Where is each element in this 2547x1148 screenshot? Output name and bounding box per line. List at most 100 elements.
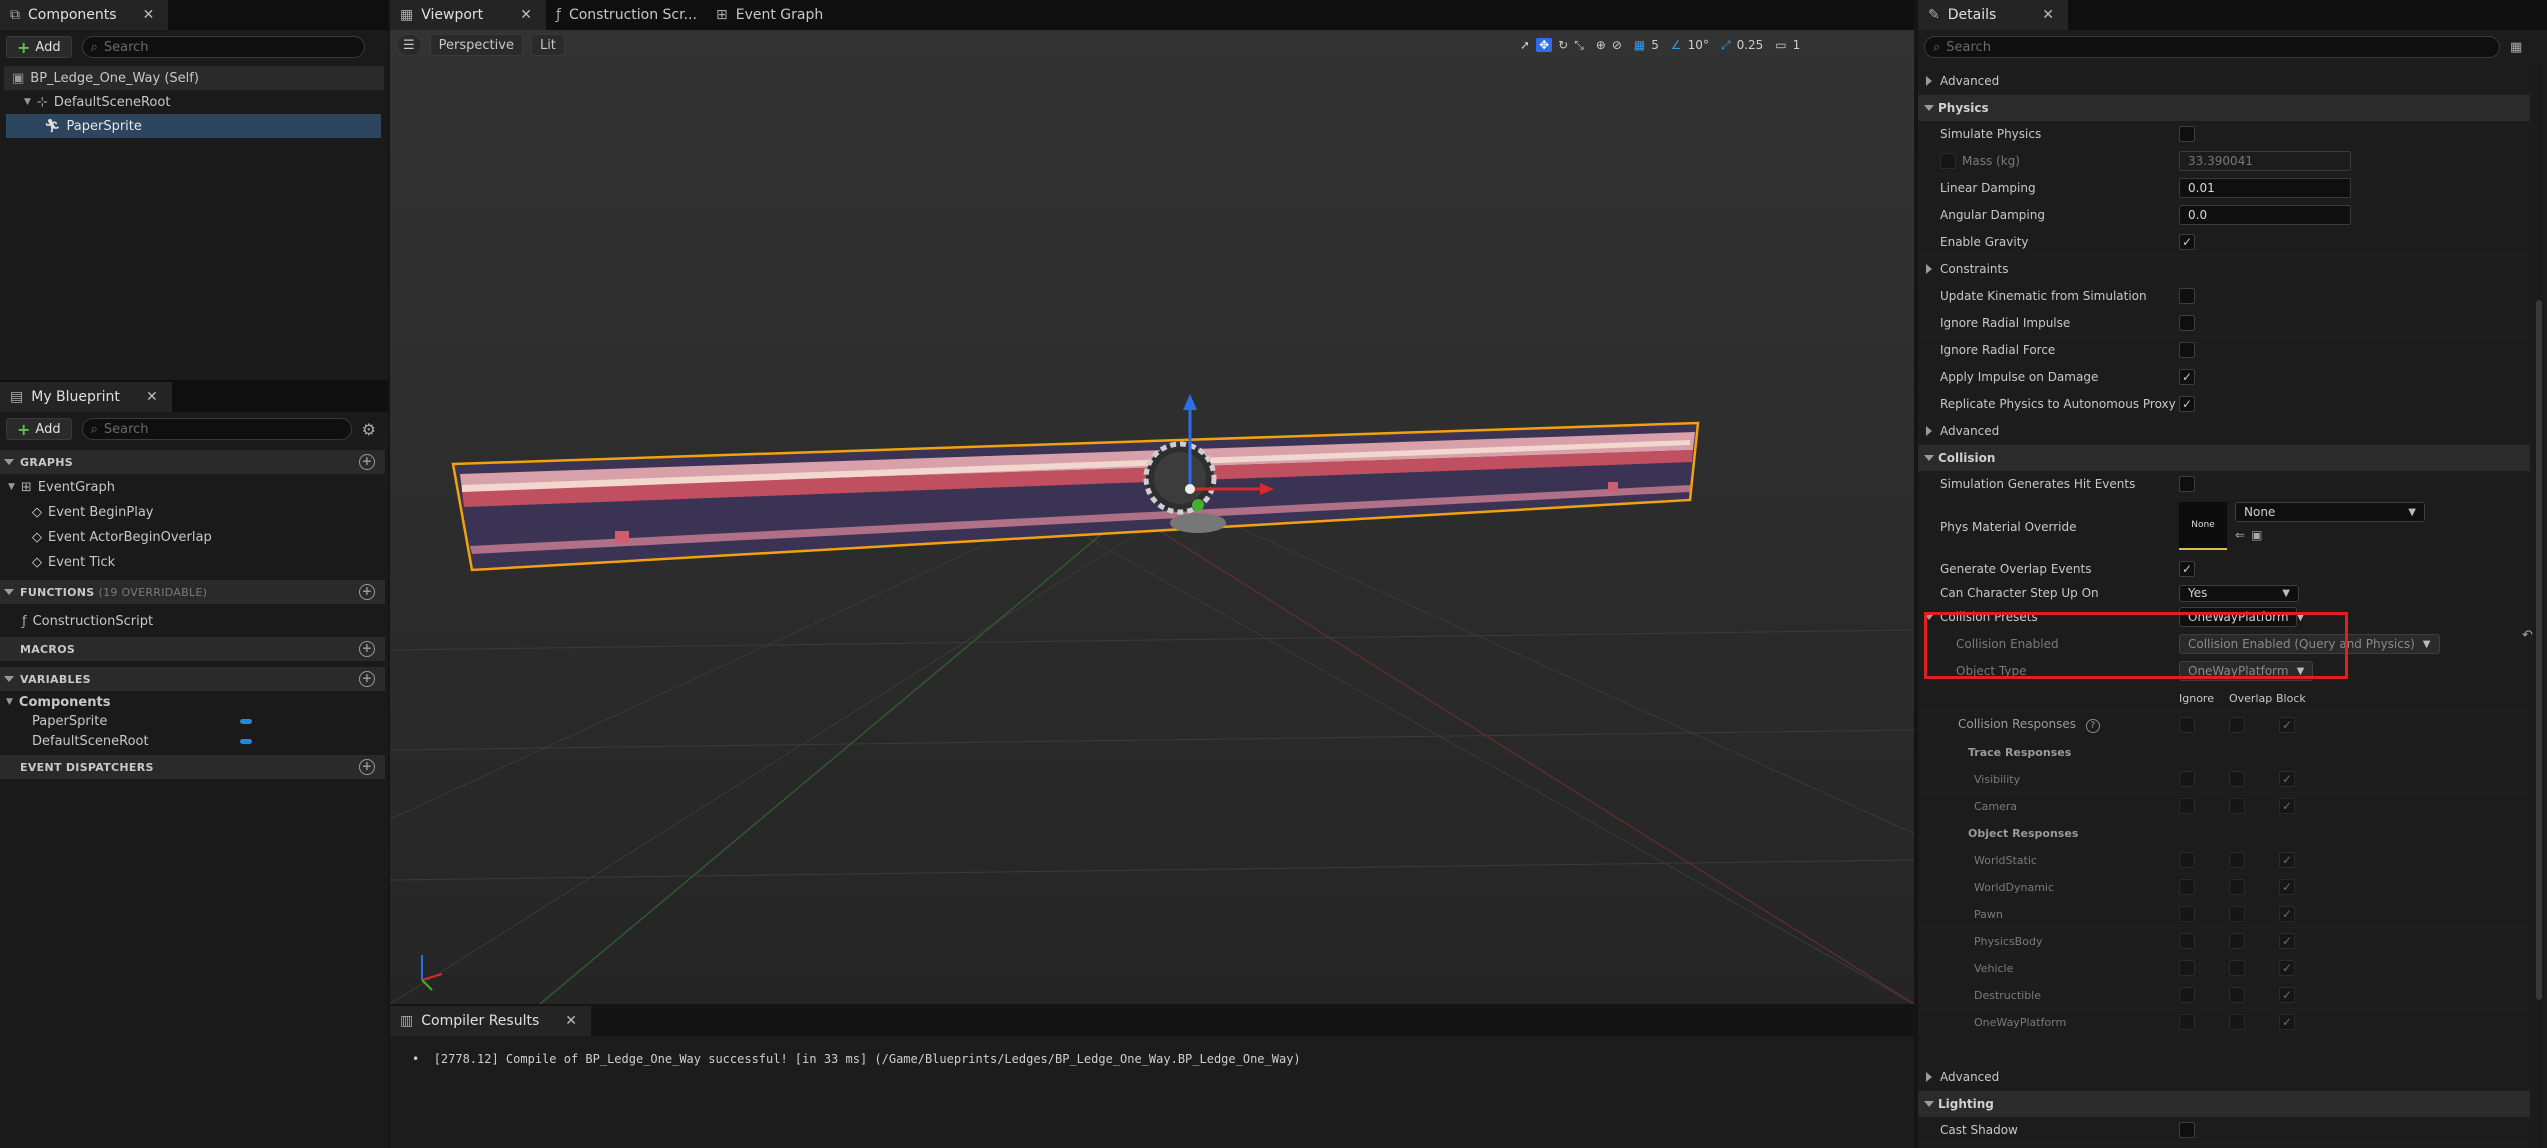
replicate-physics-checkbox[interactable]: ✓ xyxy=(2179,396,2195,412)
overlap-checkbox[interactable] xyxy=(2229,987,2245,1003)
block-checkbox[interactable]: ✓ xyxy=(2279,771,2295,787)
overlap-checkbox[interactable] xyxy=(2229,933,2245,949)
details-advanced[interactable]: Advanced xyxy=(1918,418,2530,445)
step-up-dropdown[interactable]: Yes ▼ xyxy=(2179,584,2299,602)
block-checkbox[interactable]: ✓ xyxy=(2279,960,2295,976)
row-constraints[interactable]: Constraints xyxy=(1918,256,2530,283)
block-all-checkbox[interactable]: ✓ xyxy=(2279,717,2295,733)
overlap-checkbox[interactable] xyxy=(2229,1014,2245,1030)
ignore-checkbox[interactable] xyxy=(2179,852,2195,868)
block-checkbox[interactable]: ✓ xyxy=(2279,852,2295,868)
overlap-checkbox[interactable] xyxy=(2229,852,2245,868)
lit-button[interactable]: Lit xyxy=(530,34,565,56)
graph-item-eventgraph[interactable]: ▼ ⊞ EventGraph xyxy=(8,475,115,499)
perspective-button[interactable]: Perspective xyxy=(429,34,523,56)
function-item[interactable]: ƒ ConstructionScript xyxy=(22,609,153,633)
close-icon[interactable]: ✕ xyxy=(2042,7,2054,23)
tree-item-papersprite[interactable]: 🏃︎ PaperSprite xyxy=(6,114,381,138)
ignore-checkbox[interactable] xyxy=(2179,906,2195,922)
move-icon[interactable]: ✥ xyxy=(1536,38,1553,52)
details-advanced[interactable]: Advanced xyxy=(1918,68,2530,95)
mass-override-checkbox[interactable] xyxy=(1940,153,1956,169)
block-checkbox[interactable]: ✓ xyxy=(2279,879,2295,895)
details-search-input[interactable]: ⌕ Search xyxy=(1924,36,2500,58)
event-item[interactable]: ◇ Event ActorBeginOverlap xyxy=(32,525,212,549)
details-advanced[interactable]: Advanced xyxy=(1918,1064,2530,1091)
section-lighting[interactable]: Lighting xyxy=(1918,1091,2530,1117)
rotate-icon[interactable]: ↻ xyxy=(1558,38,1568,52)
grid-snap-value[interactable]: 5 xyxy=(1651,38,1659,52)
section-collision[interactable]: Collision xyxy=(1918,445,2530,471)
hit-events-checkbox[interactable] xyxy=(2179,476,2195,492)
block-checkbox[interactable]: ✓ xyxy=(2279,798,2295,814)
tree-item-defaultsceneroot[interactable]: ▼ ⊹ DefaultSceneRoot xyxy=(24,90,170,114)
ignore-checkbox[interactable] xyxy=(2179,933,2195,949)
surface-snap-icon[interactable]: ⊘ xyxy=(1612,38,1622,52)
add-component-button[interactable]: + Add xyxy=(6,36,72,58)
help-icon[interactable]: ? xyxy=(2085,719,2100,733)
overlap-checkbox[interactable] xyxy=(2229,879,2245,895)
browse-icon[interactable]: ▣ xyxy=(2251,528,2262,542)
grid-snap-icon[interactable]: ▦ xyxy=(1634,38,1645,52)
reset-to-default-icon[interactable]: ↶ xyxy=(2522,628,2533,643)
rotation-snap-icon[interactable]: ∠ xyxy=(1671,38,1682,52)
event-item[interactable]: ◇ Event Tick xyxy=(32,550,115,574)
section-event-dispatchers[interactable]: EVENT DISPATCHERS + xyxy=(0,755,385,779)
block-checkbox[interactable]: ✓ xyxy=(2279,933,2295,949)
scale-icon[interactable]: ⤡ xyxy=(1574,38,1584,53)
camera-speed-icon[interactable]: ▭ xyxy=(1775,38,1786,52)
camera-speed-value[interactable]: 1 xyxy=(1793,38,1801,52)
material-thumbnail[interactable]: None xyxy=(2179,502,2227,550)
components-search-input[interactable]: ⌕ Search xyxy=(81,36,365,58)
add-macro-icon[interactable]: + xyxy=(359,641,375,657)
viewport[interactable]: ☰ Perspective Lit ➚ ✥ ↻ ⤡ ⊕ ⊘ ▦ 5 ∠ 10° … xyxy=(390,30,1914,1004)
overlap-checkbox[interactable] xyxy=(2229,960,2245,976)
ignore-checkbox[interactable] xyxy=(2179,1014,2195,1030)
section-physics[interactable]: Physics xyxy=(1918,95,2530,121)
linear-damping-field[interactable]: 0.01 xyxy=(2179,178,2351,198)
update-kinematic-checkbox[interactable] xyxy=(2179,288,2195,304)
block-checkbox[interactable]: ✓ xyxy=(2279,1014,2295,1030)
ignore-checkbox[interactable] xyxy=(2179,879,2195,895)
use-selected-icon[interactable]: ⇐ xyxy=(2235,528,2245,542)
ignore-radial-impulse-checkbox[interactable] xyxy=(2179,315,2195,331)
tab-details[interactable]: ✎ Details ✕ xyxy=(1918,0,2068,30)
scale-snap-icon[interactable]: ⤢ xyxy=(1721,38,1731,53)
overlap-checkbox[interactable] xyxy=(2229,771,2245,787)
tab-construction-script[interactable]: ƒ Construction Scr... xyxy=(546,0,706,30)
apply-impulse-checkbox[interactable]: ✓ xyxy=(2179,369,2195,385)
close-icon[interactable]: ✕ xyxy=(143,7,155,23)
block-checkbox[interactable]: ✓ xyxy=(2279,906,2295,922)
add-member-button[interactable]: + Add xyxy=(6,418,72,440)
simulate-physics-checkbox[interactable] xyxy=(2179,126,2195,142)
phys-material-dropdown[interactable]: None ▼ xyxy=(2235,502,2425,522)
ignore-all-checkbox[interactable] xyxy=(2179,717,2195,733)
ignore-checkbox[interactable] xyxy=(2179,960,2195,976)
section-graphs[interactable]: GRAPHS + xyxy=(0,450,385,474)
block-checkbox[interactable]: ✓ xyxy=(2279,987,2295,1003)
tab-components[interactable]: ⧉ Components ✕ xyxy=(0,0,169,30)
cast-shadow-checkbox[interactable] xyxy=(2179,1122,2195,1138)
ignore-checkbox[interactable] xyxy=(2179,987,2195,1003)
close-icon[interactable]: ✕ xyxy=(565,1013,577,1029)
overlap-all-checkbox[interactable] xyxy=(2229,717,2245,733)
ignore-radial-force-checkbox[interactable] xyxy=(2179,342,2195,358)
viewport-menu-button[interactable]: ☰ xyxy=(396,34,422,56)
tab-viewport[interactable]: ▦ Viewport ✕ xyxy=(390,0,546,30)
ignore-checkbox[interactable] xyxy=(2179,798,2195,814)
section-variables[interactable]: VARIABLES + xyxy=(0,667,385,691)
details-scrollbar[interactable] xyxy=(2535,64,2543,1148)
close-icon[interactable]: ✕ xyxy=(146,389,158,405)
mass-field[interactable]: 33.390041 xyxy=(2179,151,2351,171)
tab-my-blueprint[interactable]: ▤ My Blueprint ✕ xyxy=(0,382,172,412)
tab-compiler-results[interactable]: ▥ Compiler Results ✕ xyxy=(390,1006,591,1036)
rotation-snap-value[interactable]: 10° xyxy=(1688,38,1709,52)
section-functions[interactable]: FUNCTIONS (19 OVERRIDABLE) + xyxy=(0,580,385,604)
close-icon[interactable]: ✕ xyxy=(520,7,532,23)
event-item[interactable]: ◇ Event BeginPlay xyxy=(32,500,154,524)
angular-damping-field[interactable]: 0.0 xyxy=(2179,205,2351,225)
ignore-checkbox[interactable] xyxy=(2179,771,2195,787)
tree-item-self[interactable]: ▣ BP_Ledge_One_Way (Self) xyxy=(4,66,384,90)
table-view-icon[interactable]: ▦ xyxy=(2510,40,2522,55)
add-graph-icon[interactable]: + xyxy=(359,454,375,470)
